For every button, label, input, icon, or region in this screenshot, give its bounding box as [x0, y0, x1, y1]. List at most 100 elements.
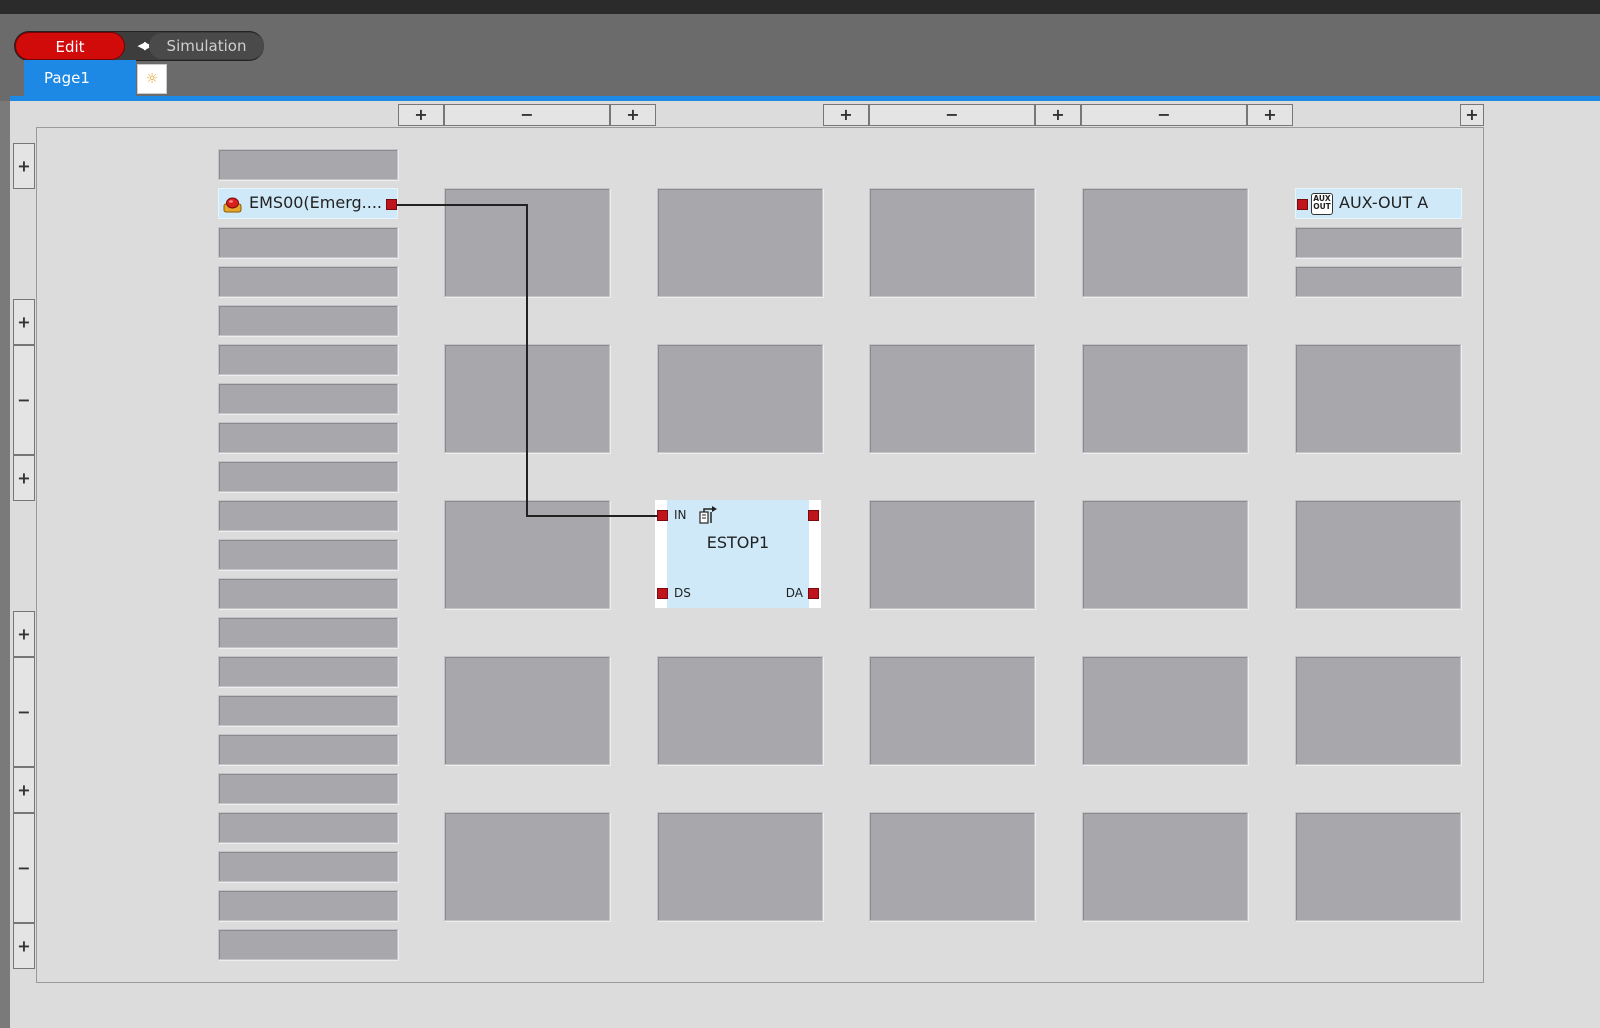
- function-block-slot[interactable]: [1295, 656, 1461, 765]
- toolbar: Edit ◀▶ Simulation: [0, 14, 1600, 96]
- function-block-slot[interactable]: [657, 188, 823, 297]
- output-port[interactable]: [808, 510, 819, 521]
- input-item-label: EMS00(Emerg....: [249, 193, 383, 212]
- row-remove-button[interactable]: −: [13, 345, 35, 455]
- input-slot[interactable]: [218, 149, 398, 180]
- row-add-button[interactable]: +: [13, 455, 35, 501]
- row-add-label: +: [17, 936, 31, 956]
- column-remove-button[interactable]: −: [869, 104, 1035, 126]
- function-block-slot[interactable]: [1295, 344, 1461, 453]
- connection-wire-segment[interactable]: [526, 515, 657, 517]
- output-slot[interactable]: [1295, 227, 1462, 258]
- da-port-label: DA: [785, 586, 803, 600]
- column-add-button[interactable]: +: [1460, 104, 1484, 126]
- estop-block-icon: [699, 506, 717, 524]
- input-slot[interactable]: [218, 461, 398, 492]
- ds-port[interactable]: [657, 588, 668, 599]
- input-slot[interactable]: [218, 851, 398, 882]
- input-slot[interactable]: [218, 344, 398, 375]
- in-port[interactable]: [657, 510, 668, 521]
- function-block-slot[interactable]: [444, 812, 610, 921]
- add-page-icon[interactable]: ☼: [137, 64, 167, 94]
- input-slot[interactable]: [218, 812, 398, 843]
- input-slot[interactable]: [218, 539, 398, 570]
- input-slot[interactable]: [218, 617, 398, 648]
- input-port[interactable]: [1297, 199, 1308, 210]
- da-port[interactable]: [808, 588, 819, 599]
- simulation-mode-button[interactable]: Simulation: [149, 33, 264, 59]
- function-block-slot[interactable]: [1082, 344, 1248, 453]
- row-remove-button[interactable]: −: [13, 813, 35, 923]
- row-add-button[interactable]: +: [13, 611, 35, 657]
- aux-icon-bottom: OUT: [1313, 202, 1331, 211]
- input-slot[interactable]: [218, 929, 398, 960]
- estop-function-block[interactable]: IN ESTOP1 DS DA: [655, 500, 821, 608]
- input-slot[interactable]: [218, 695, 398, 726]
- input-slot-ems00[interactable]: EMS00(Emerg....: [218, 188, 398, 219]
- edit-mode-button[interactable]: Edit: [15, 32, 125, 60]
- column-remove-button[interactable]: −: [444, 104, 610, 126]
- output-slot-aux-out-a[interactable]: AUX OUT AUX-OUT A: [1295, 188, 1462, 219]
- function-block-slot[interactable]: [1295, 812, 1461, 921]
- function-block-slot[interactable]: [657, 344, 823, 453]
- input-slot[interactable]: [218, 422, 398, 453]
- row-remove-label: −: [17, 702, 31, 722]
- input-slot[interactable]: [218, 227, 398, 258]
- column-add-button[interactable]: +: [1035, 104, 1081, 126]
- row-add-button[interactable]: +: [13, 143, 35, 189]
- function-block-slot[interactable]: [1082, 500, 1248, 609]
- column-add-button[interactable]: +: [610, 104, 656, 126]
- input-slot[interactable]: [218, 383, 398, 414]
- function-block-slot[interactable]: [869, 188, 1035, 297]
- function-block-slot[interactable]: [1295, 500, 1461, 609]
- function-block-slot[interactable]: [1082, 188, 1248, 297]
- row-add-button[interactable]: +: [13, 299, 35, 345]
- emergency-stop-icon: [223, 197, 242, 213]
- row-add-label: +: [17, 468, 31, 488]
- input-slot[interactable]: [218, 734, 398, 765]
- function-block-slot[interactable]: [869, 812, 1035, 921]
- row-add-label: +: [17, 312, 31, 332]
- function-block-slot[interactable]: [869, 656, 1035, 765]
- row-add-button[interactable]: +: [13, 767, 35, 813]
- input-slot[interactable]: [218, 578, 398, 609]
- row-add-label: +: [17, 780, 31, 800]
- row-add-label: +: [17, 624, 31, 644]
- column-add-button[interactable]: +: [398, 104, 444, 126]
- row-add-label: +: [17, 156, 31, 176]
- input-slot[interactable]: [218, 305, 398, 336]
- column-add-button[interactable]: +: [1247, 104, 1293, 126]
- aux-out-icon: AUX OUT: [1311, 193, 1333, 215]
- function-block-slot[interactable]: [1082, 656, 1248, 765]
- input-slot[interactable]: [218, 890, 398, 921]
- logic-editor-window: Edit ◀▶ Simulation Page1 ☼ + − + + − + −…: [0, 0, 1600, 1028]
- column-add-button[interactable]: +: [823, 104, 869, 126]
- row-remove-label: −: [17, 858, 31, 878]
- row-add-button[interactable]: +: [13, 923, 35, 969]
- function-block-slot[interactable]: [657, 656, 823, 765]
- output-slot[interactable]: [1295, 266, 1462, 297]
- input-slot[interactable]: [218, 500, 398, 531]
- column-remove-button[interactable]: −: [1081, 104, 1247, 126]
- function-block-slot[interactable]: [657, 812, 823, 921]
- ds-port-label: DS: [674, 586, 691, 600]
- tab-page1[interactable]: Page1: [24, 60, 136, 96]
- row-remove-label: −: [17, 390, 31, 410]
- row-remove-button[interactable]: −: [13, 657, 35, 767]
- function-block-slot[interactable]: [869, 344, 1035, 453]
- input-slot[interactable]: [218, 656, 398, 687]
- function-block-slot[interactable]: [869, 500, 1035, 609]
- function-block-name: ESTOP1: [706, 533, 770, 552]
- output-port[interactable]: [386, 199, 397, 210]
- input-slot[interactable]: [218, 773, 398, 804]
- connection-wire-segment[interactable]: [397, 204, 527, 206]
- connection-wire-segment[interactable]: [526, 204, 528, 516]
- function-block-slot[interactable]: [1082, 812, 1248, 921]
- left-edge-bar: [0, 101, 10, 1028]
- input-slot[interactable]: [218, 266, 398, 297]
- output-item-label: AUX-OUT A: [1339, 193, 1429, 212]
- function-block-slot[interactable]: [444, 656, 610, 765]
- title-strip: [0, 0, 1600, 14]
- mode-switch[interactable]: Edit ◀▶ Simulation: [14, 31, 264, 61]
- in-port-label: IN: [674, 508, 687, 522]
